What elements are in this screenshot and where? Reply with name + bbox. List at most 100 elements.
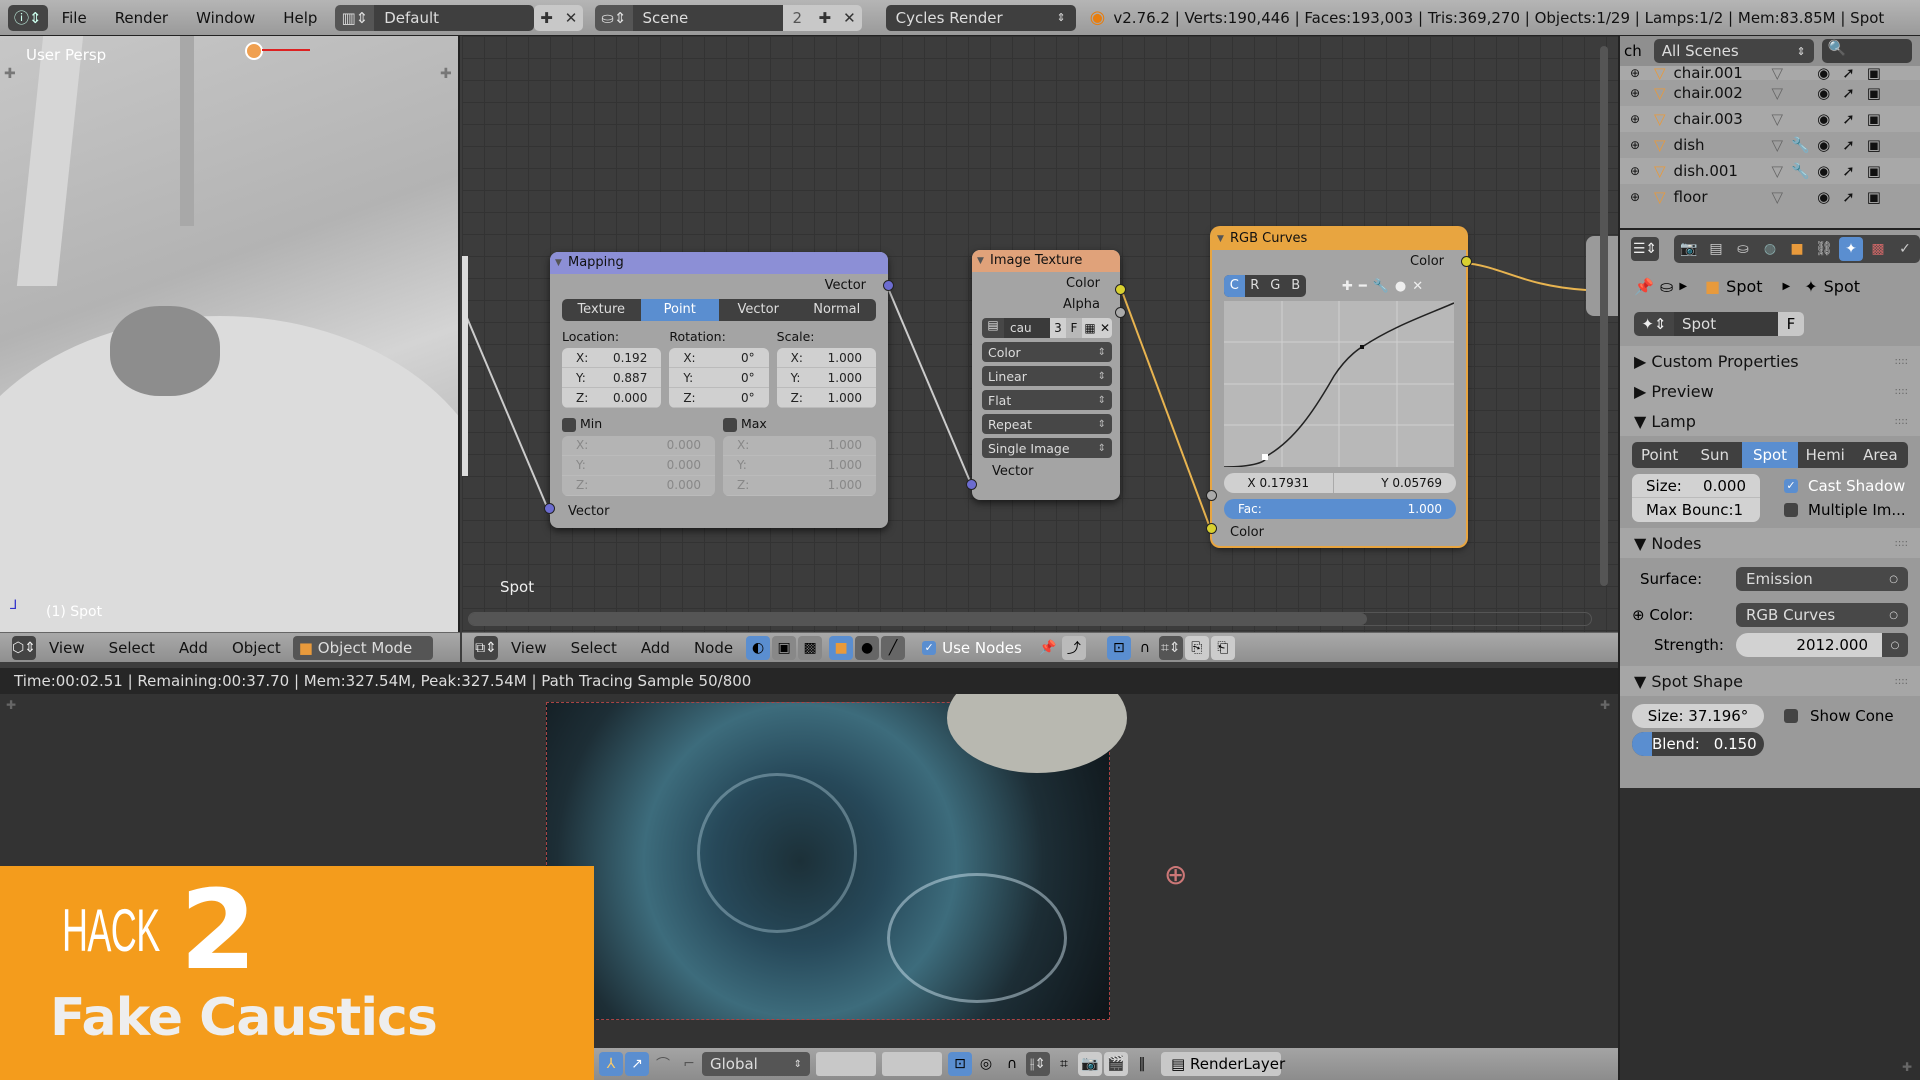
nodes-panel[interactable]: ▼ Nodes::::: [1620, 528, 1920, 558]
selectable-cursor-icon[interactable]: ➚: [1842, 84, 1855, 102]
curves-color-socket[interactable]: [1206, 523, 1217, 534]
toolshelf-toggle[interactable]: ✚: [4, 66, 16, 82]
max-checkbox[interactable]: [723, 417, 737, 432]
snap-element-icon[interactable]: ⫲⇕: [1026, 1052, 1050, 1076]
lamp-fake-user[interactable]: F: [1778, 312, 1804, 336]
curve-point-x-field[interactable]: X 0.17931: [1224, 473, 1334, 493]
source-dropdown[interactable]: Single Image: [982, 438, 1112, 458]
location-x-field[interactable]: X: 0.192: [562, 348, 662, 368]
mesh-data-icon[interactable]: ▽: [1772, 66, 1784, 80]
image-texture-header[interactable]: Image Texture: [972, 250, 1120, 272]
lamp-type-area[interactable]: Area: [1853, 442, 1908, 468]
screen-layout-field[interactable]: Default: [374, 4, 535, 31]
outliner-search-field[interactable]: 🔍: [1821, 39, 1912, 63]
snap-icon[interactable]: ∩: [1000, 1052, 1024, 1076]
surface-shader-dropdown[interactable]: Emission ○: [1736, 567, 1908, 591]
pin-icon[interactable]: 📌: [1036, 636, 1060, 660]
properties-toggle[interactable]: ✚: [440, 66, 452, 82]
show-cone-checkbox[interactable]: [1784, 709, 1798, 723]
object-shader-icon[interactable]: ■: [829, 635, 854, 660]
scene-field[interactable]: Scene: [632, 4, 783, 31]
properties-editor[interactable]: ☰⇕ 📷 ▤ ⛀ ◍ ■ ⛓ ✦ ▩ ✓ 📌 ⛀ ▶ ■ Spot ▶ ✦ Sp…: [1618, 228, 1920, 788]
extension-dropdown[interactable]: Repeat: [982, 414, 1112, 434]
render-engine-dropdown[interactable]: Cycles Render ⇕: [885, 4, 1076, 31]
modifier-wrench-icon[interactable]: 🔧: [1791, 136, 1810, 154]
lamp-panel[interactable]: ▼ Lamp::::: [1620, 406, 1920, 436]
node-editor-type-icon[interactable]: ⧉⇕: [474, 635, 498, 660]
add-layout-button[interactable]: ✚: [534, 4, 559, 31]
min-z-field[interactable]: Z: 0.000: [562, 475, 715, 496]
spot-shape-panel[interactable]: ▼ Spot Shape::::: [1620, 666, 1920, 696]
visibility-eye-icon[interactable]: ◉: [1817, 162, 1830, 180]
viewport-menu-view[interactable]: View: [37, 639, 97, 657]
channel-g[interactable]: G: [1265, 275, 1286, 297]
line-style-icon[interactable]: ╱: [881, 635, 906, 660]
channel-r[interactable]: R: [1245, 275, 1266, 297]
remove-scene-button[interactable]: ✕: [837, 4, 862, 31]
outliner-display-mode[interactable]: All Scenes ⇕: [1653, 39, 1814, 63]
layer-buttons-2[interactable]: [882, 1052, 942, 1076]
outliner-item[interactable]: ⊕ ▽ dish ▽ 🔧 ◉ ➚ ▣: [1620, 132, 1920, 158]
node-menu-view[interactable]: View: [499, 639, 559, 657]
modifier-wrench-icon[interactable]: 🔧: [1791, 162, 1810, 180]
mesh-data-icon[interactable]: ▽: [1772, 136, 1784, 154]
visibility-eye-icon[interactable]: ◉: [1817, 110, 1830, 128]
scale-manipulator-icon[interactable]: ⌐: [677, 1052, 701, 1076]
clip-icon[interactable]: ●: [1395, 279, 1406, 294]
interpolation-dropdown[interactable]: Linear: [982, 366, 1112, 386]
visibility-eye-icon[interactable]: ◉: [1817, 188, 1830, 206]
scene-icon[interactable]: ⛀⇕: [595, 4, 633, 31]
compositing-nodes-icon[interactable]: ▣: [772, 635, 797, 660]
renderable-camera-icon[interactable]: ▣: [1867, 188, 1881, 206]
texture-tab-icon[interactable]: ▩: [1866, 237, 1890, 261]
curve-point-y-field[interactable]: Y 0.05769: [1334, 473, 1457, 493]
unlink-image-icon[interactable]: ✕: [1098, 318, 1112, 338]
visibility-eye-icon[interactable]: ◉: [1817, 84, 1830, 102]
renderable-camera-icon[interactable]: ▣: [1867, 66, 1881, 80]
snap-magnet-icon[interactable]: ∩: [1133, 636, 1157, 660]
outliner[interactable]: ch All Scenes ⇕ 🔍 ⊕ ▽ chair.001 ▽ ◉ ➚ ▣ ⊕ …: [1618, 36, 1920, 228]
texture-color-socket[interactable]: [1115, 284, 1126, 295]
outliner-item[interactable]: ⊕ ▽ floor ▽ ◉ ➚ ▣: [1620, 184, 1920, 210]
more-tabs-icon[interactable]: ✓: [1893, 237, 1917, 261]
render-tab-icon[interactable]: 📷: [1677, 237, 1701, 261]
outliner-item[interactable]: ⊕ ▽ chair.002 ▽ ◉ ➚ ▣: [1620, 80, 1920, 106]
mesh-data-icon[interactable]: ▽: [1772, 162, 1784, 180]
properties-editor-type-icon[interactable]: ☰⇕: [1631, 237, 1659, 261]
3d-viewport[interactable]: User Persp ✚ ✚ ⅃ (1) Spot: [0, 36, 460, 632]
texture-vector-socket[interactable]: [966, 479, 977, 490]
render-layer-field[interactable]: ▤ RenderLayer: [1161, 1052, 1285, 1076]
expand-icon[interactable]: ⊕: [1630, 86, 1640, 100]
pause-icon[interactable]: ‖: [1130, 1052, 1154, 1076]
spot-lamp-object[interactable]: [245, 42, 263, 60]
outliner-item-name[interactable]: floor: [1674, 188, 1764, 206]
zoom-in-icon[interactable]: ✚: [1342, 279, 1353, 294]
image-texture-node[interactable]: Image Texture Color Alpha ▤ cau 3 F ▦ ✕ …: [966, 250, 1126, 500]
info-icon[interactable]: ⓘ⇕: [8, 4, 48, 31]
viewport-menu-select[interactable]: Select: [97, 639, 167, 657]
horizontal-scrollbar[interactable]: [468, 612, 1592, 626]
node-menu-select[interactable]: Select: [559, 639, 629, 657]
mapping-node-header[interactable]: Mapping: [550, 252, 888, 274]
vertical-scrollbar[interactable]: [1600, 46, 1608, 586]
max-z-field[interactable]: Z: 1.000: [723, 475, 876, 496]
rotate-manipulator-icon[interactable]: ⌒: [651, 1052, 675, 1076]
min-y-field[interactable]: Y: 0.000: [562, 455, 715, 476]
viewport-menu-object[interactable]: Object: [220, 639, 293, 657]
mesh-data-icon[interactable]: ▽: [1772, 188, 1784, 206]
manipulator-icon[interactable]: ⅄: [599, 1052, 623, 1076]
lamp-type-point[interactable]: Point: [1632, 442, 1687, 468]
strength-field[interactable]: 2012.000: [1736, 633, 1882, 657]
projection-dropdown[interactable]: Flat: [982, 390, 1112, 410]
lamp-type-spot[interactable]: Spot: [1742, 442, 1798, 468]
outliner-item[interactable]: ⊕ ▽ chair.003 ▽ ◉ ➚ ▣: [1620, 106, 1920, 132]
max-y-field[interactable]: Y: 1.000: [723, 455, 876, 476]
curve-point[interactable]: [1360, 345, 1364, 349]
lamp-data-tab-icon[interactable]: ✦: [1839, 237, 1863, 261]
renderable-camera-icon[interactable]: ▣: [1867, 136, 1881, 154]
selectable-cursor-icon[interactable]: ➚: [1842, 136, 1855, 154]
lamp-type-sun[interactable]: Sun: [1687, 442, 1742, 468]
visibility-eye-icon[interactable]: ◉: [1817, 66, 1830, 80]
selectable-cursor-icon[interactable]: ➚: [1842, 188, 1855, 206]
outliner-item-name[interactable]: dish: [1674, 136, 1764, 154]
